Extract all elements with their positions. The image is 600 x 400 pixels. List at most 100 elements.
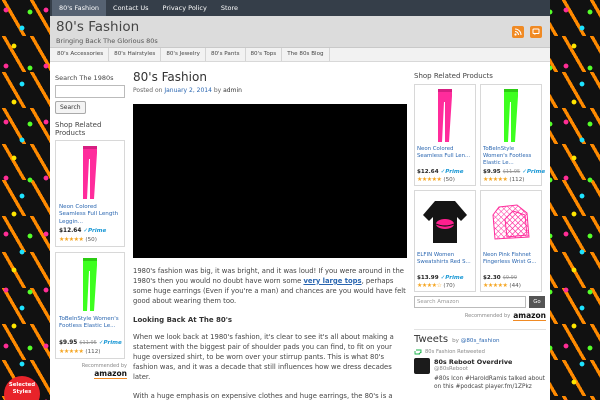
- rating-stars: ★★★★★: [483, 176, 508, 183]
- fishnet-gloves-image[interactable]: [483, 193, 539, 251]
- product-old-price: $9.99: [502, 275, 518, 281]
- tweet-user-name[interactable]: 80s Reboot Overdrive: [434, 358, 512, 366]
- rss-icon[interactable]: [512, 26, 524, 38]
- amazon-logo-text: amazon: [94, 369, 127, 379]
- product-price: $13.99: [417, 275, 439, 281]
- amazon-logo[interactable]: amazon: [513, 311, 546, 321]
- topnav-home[interactable]: 80's Fashion: [52, 0, 107, 16]
- site-title[interactable]: 80's Fashion: [56, 19, 139, 35]
- cat-hairstyles[interactable]: 80's Hairstyles: [109, 48, 162, 61]
- product-title[interactable]: ToBeInStyle Women's Footless Elastic Le.…: [59, 316, 121, 338]
- product-price: $12.64: [59, 228, 82, 234]
- embedded-video[interactable]: [133, 104, 407, 258]
- tweet-author[interactable]: 80s Reboot Overdrive @80sReboot: [414, 358, 546, 374]
- site-header: 80's Fashion Bringing Back The Glorious …: [50, 16, 550, 48]
- review-count[interactable]: (44): [509, 283, 520, 289]
- review-count[interactable]: (50): [85, 237, 96, 243]
- retweet-row: 80s Fashion Retweeted: [414, 349, 546, 355]
- product-old-price: $11.95: [79, 340, 97, 346]
- product-card[interactable]: Neon Pink Fishnet Fingerless Wrist G... …: [480, 190, 542, 292]
- product-title[interactable]: ToBeInStyle Women's Footless Elastic Le.…: [483, 146, 539, 168]
- site-tagline: Bringing Back The Glorious 80s: [56, 37, 158, 45]
- amazon-search: Search Amazon Go: [414, 296, 546, 308]
- cat-accessories[interactable]: 80's Accessories: [52, 48, 110, 61]
- retweet-icon: [414, 349, 422, 355]
- product-title[interactable]: ELFIN Women Sweatshirts Red S...: [417, 252, 473, 274]
- product-price: $2.30: [483, 275, 501, 281]
- top-navigation: 80's Fashion Contact Us Privacy Policy S…: [50, 0, 550, 16]
- page: 80's Fashion Contact Us Privacy Policy S…: [50, 0, 550, 400]
- retweet-label: 80s Fashion Retweeted: [425, 349, 485, 355]
- review-count[interactable]: (70): [443, 283, 454, 289]
- product-title[interactable]: Neon Colored Seamless Full Len...: [417, 146, 473, 168]
- post-paragraph: 1980's fashion was big, it was bright, a…: [133, 267, 407, 306]
- category-navigation: 80's Accessories 80's Hairstyles 80's Je…: [50, 48, 550, 62]
- tweets-title: Tweets: [414, 334, 449, 345]
- prime-badge: ✓Prime: [440, 275, 464, 281]
- product-title[interactable]: Neon Colored Seamless Full Length Leggin…: [59, 204, 121, 226]
- product-grid: Neon Colored Seamless Full Len... $12.64…: [414, 84, 546, 292]
- cat-blog[interactable]: The 80s Blog: [282, 48, 330, 61]
- rating-stars: ★★★★★: [59, 236, 84, 243]
- rating-stars: ★★★★★: [417, 176, 442, 183]
- product-card[interactable]: ToBeInStyle Women's Footless Elastic Le.…: [480, 84, 546, 186]
- product-title[interactable]: Neon Pink Fishnet Fingerless Wrist G...: [483, 252, 539, 274]
- product-card[interactable]: Neon Colored Seamless Full Len... $12.64…: [414, 84, 476, 186]
- post-paragraph: With a huge emphasis on expensive clothe…: [133, 391, 393, 400]
- tweets-handle[interactable]: @80s_fashion: [461, 338, 500, 344]
- post-date[interactable]: January 2, 2014: [164, 87, 212, 94]
- posted-on-label: Posted on: [133, 87, 163, 94]
- search-input[interactable]: [55, 85, 125, 98]
- prime-badge: ✓Prime: [98, 340, 122, 346]
- post-paragraph: When we look back at 1980's fashion, it'…: [133, 333, 394, 381]
- tweets-by-label: by: [452, 338, 459, 344]
- comment-icon[interactable]: [530, 26, 542, 38]
- product-price: $9.95: [59, 340, 78, 346]
- sweatshirt-image[interactable]: [417, 193, 473, 251]
- amazon-search-go-button[interactable]: Go: [529, 296, 545, 308]
- prime-badge: ✓Prime: [440, 169, 464, 175]
- review-count[interactable]: (112): [509, 177, 524, 183]
- tweets-by: by @80s_fashion: [452, 338, 499, 344]
- tweet-user-handle[interactable]: @80sReboot: [434, 366, 512, 372]
- avatar[interactable]: [414, 358, 430, 374]
- product-card[interactable]: ToBeInStyle Women's Footless Elastic Le.…: [55, 252, 125, 359]
- product-old-price: $11.95: [502, 169, 521, 175]
- selected-styles-badge[interactable]: Selected Styles: [4, 376, 40, 400]
- review-count[interactable]: (112): [85, 349, 100, 355]
- cat-tops[interactable]: 80's Tops: [246, 48, 283, 61]
- rating-stars: ★★★★★: [483, 282, 508, 289]
- search-widget-title: Search The 1980s: [55, 74, 114, 82]
- left-products-title: Shop Related Products: [55, 121, 102, 137]
- cat-pants[interactable]: 80's Pants: [206, 48, 246, 61]
- post-author[interactable]: admin: [223, 87, 242, 94]
- green-leggings-image[interactable]: [483, 87, 539, 145]
- pink-leggings-image[interactable]: [59, 144, 121, 202]
- amazon-search-input[interactable]: Search Amazon: [414, 296, 526, 308]
- product-card[interactable]: Neon Colored Seamless Full Length Leggin…: [55, 140, 125, 247]
- review-count[interactable]: (50): [443, 177, 454, 183]
- topnav-privacy[interactable]: Privacy Policy: [156, 0, 214, 16]
- amazon-logo[interactable]: amazon: [55, 369, 127, 379]
- post-meta: Posted on January 2, 2014 by admin: [133, 87, 407, 94]
- product-card[interactable]: ELFIN Women Sweatshirts Red S... $13.99 …: [414, 190, 476, 292]
- post-title[interactable]: 80's Fashion: [133, 70, 407, 84]
- prime-badge: ✓Prime: [522, 169, 546, 175]
- prime-badge: ✓Prime: [83, 228, 107, 234]
- topnav-store[interactable]: Store: [214, 0, 245, 16]
- topnav-contact[interactable]: Contact Us: [106, 0, 156, 16]
- recommended-by: Recommended by amazon: [414, 311, 546, 321]
- pink-leggings-image[interactable]: [417, 87, 473, 145]
- tweet-text: #80s Icon #HaroldRamis talked about on t…: [434, 376, 545, 390]
- large-tops-link[interactable]: very large tops: [303, 277, 361, 285]
- rating-stars: ★★★★☆: [417, 282, 442, 289]
- search-button[interactable]: Search: [55, 101, 86, 114]
- recommended-by-label: Recommended by: [464, 313, 511, 319]
- section-heading: Looking Back At The 80's: [133, 316, 233, 325]
- green-leggings-image[interactable]: [59, 256, 121, 314]
- left-sidebar: Search The 1980s Search Shop Related Pro…: [55, 74, 127, 379]
- main-content: 80's Fashion Posted on January 2, 2014 b…: [133, 70, 407, 400]
- cat-jewelry[interactable]: 80's Jewelry: [161, 48, 206, 61]
- tweets-widget: Tweets by @80s_fashion 80s Fashion Retwe…: [414, 329, 546, 392]
- rating-stars: ★★★★★: [59, 348, 84, 355]
